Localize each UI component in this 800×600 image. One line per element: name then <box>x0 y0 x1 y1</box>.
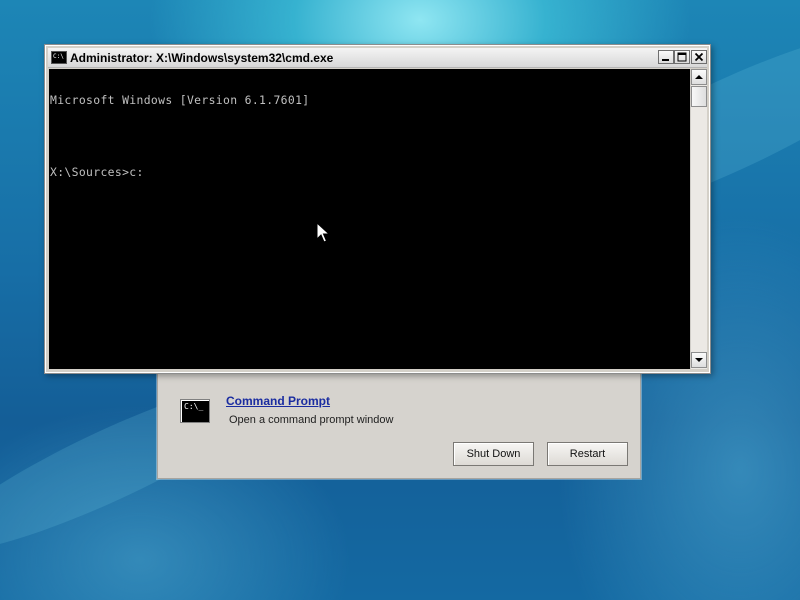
minimize-icon <box>662 59 669 61</box>
arrow-down-icon <box>695 358 703 362</box>
window-title: Administrator: X:\Windows\system32\cmd.e… <box>70 51 334 65</box>
command-prompt-icon[interactable]: C:\_ <box>180 399 210 423</box>
scroll-down-button[interactable] <box>691 352 707 368</box>
minimize-button[interactable] <box>658 50 674 64</box>
maximize-button[interactable] <box>674 50 690 64</box>
cmd-app-icon[interactable]: C:\ <box>51 51 67 64</box>
title-bar[interactable]: C:\ Administrator: X:\Windows\system32\c… <box>48 48 707 68</box>
restart-button[interactable]: Restart <box>547 442 628 466</box>
close-button[interactable] <box>691 50 707 64</box>
maximize-icon <box>677 52 687 62</box>
command-prompt-link[interactable]: Command Prompt <box>226 394 330 408</box>
shut-down-button[interactable]: Shut Down <box>453 442 534 466</box>
vertical-scrollbar[interactable] <box>690 69 707 369</box>
close-icon <box>694 52 704 62</box>
arrow-up-icon <box>695 75 703 79</box>
console-line: X:\Sources>c: <box>50 165 144 179</box>
console-line: Microsoft Windows [Version 6.1.7601] <box>50 93 310 107</box>
mouse-cursor-icon <box>316 222 330 243</box>
console-output[interactable]: Microsoft Windows [Version 6.1.7601] X:\… <box>49 69 690 369</box>
command-prompt-description: Open a command prompt window <box>229 414 394 426</box>
scroll-thumb[interactable] <box>691 86 707 107</box>
scroll-up-button[interactable] <box>691 69 707 85</box>
cmd-window[interactable]: C:\ Administrator: X:\Windows\system32\c… <box>44 44 711 374</box>
recovery-options-panel: C:\_ Command Prompt Open a command promp… <box>157 371 641 479</box>
